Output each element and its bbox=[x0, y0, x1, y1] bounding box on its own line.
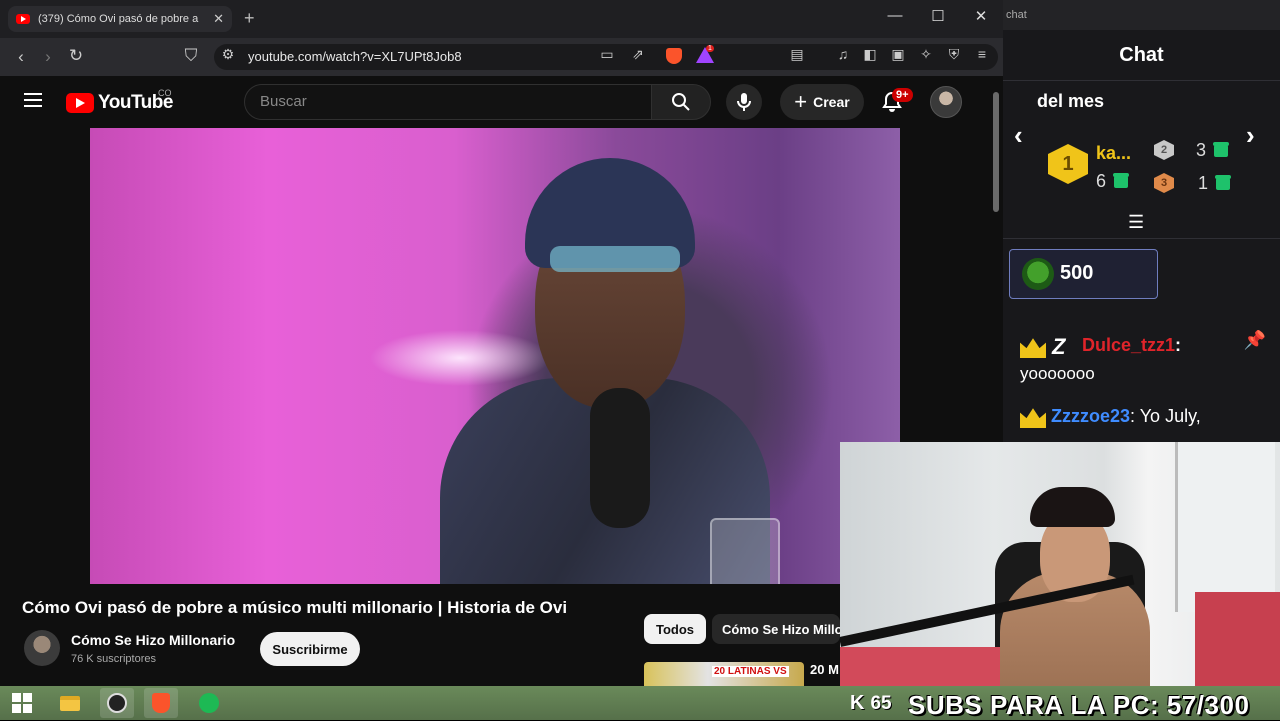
gift-icon bbox=[1213, 141, 1230, 157]
pin-icon[interactable]: 📌 bbox=[1242, 330, 1268, 356]
leaderboard-label: del mes bbox=[1037, 91, 1105, 111]
url-text[interactable]: youtube.com/watch?v=XL7UPt8Job8 bbox=[248, 49, 462, 64]
tab-close-icon[interactable]: ✕ bbox=[213, 11, 224, 27]
obs-icon[interactable] bbox=[100, 688, 134, 718]
brave-icon[interactable] bbox=[144, 688, 178, 718]
channel-subscriber-count: 76 K suscriptores bbox=[71, 653, 156, 665]
divider bbox=[1003, 238, 1280, 239]
rank-3-count-value: 1 bbox=[1198, 173, 1209, 193]
maximize-button[interactable]: ☐ bbox=[928, 7, 948, 25]
rank-2-count-value: 3 bbox=[1196, 140, 1207, 160]
brave-shields-icon[interactable] bbox=[666, 48, 682, 64]
mic-icon bbox=[737, 93, 751, 111]
leaderboard-prev-icon[interactable]: ‹ bbox=[1014, 120, 1023, 151]
z-badge-icon: Z bbox=[1052, 334, 1066, 359]
wallet-icon[interactable]: ▣ bbox=[888, 46, 908, 63]
leaderboard-next-icon[interactable]: › bbox=[1246, 120, 1255, 151]
chat-username[interactable]: Dulce_tzz1: bbox=[1082, 335, 1181, 356]
rank-3-count: 1 bbox=[1198, 173, 1232, 194]
chip-channel[interactable]: Cómo Se Hizo Millonario bbox=[712, 614, 840, 644]
voice-search-button[interactable] bbox=[726, 84, 762, 120]
bookmark-icon[interactable]: ⛉ bbox=[181, 46, 201, 66]
recommended-video-title[interactable]: 20 M bbox=[810, 662, 839, 677]
sidebar-icon[interactable]: ◧ bbox=[860, 46, 880, 63]
rank-2-count: 3 bbox=[1196, 140, 1230, 161]
chat-window-label: chat bbox=[1006, 9, 1027, 21]
new-tab-button[interactable]: + bbox=[244, 8, 255, 29]
create-label: Crear bbox=[813, 94, 850, 110]
viewer-count: K 65 bbox=[850, 692, 892, 715]
forward-icon[interactable]: › bbox=[38, 47, 58, 67]
tab-title: (379) Cómo Ovi pasó de pobre a bbox=[38, 13, 199, 25]
notifications-badge: 9+ bbox=[892, 88, 913, 102]
rank-1-name[interactable]: ka... bbox=[1096, 143, 1131, 164]
gift-icon bbox=[1215, 174, 1232, 190]
site-info-icon[interactable]: ⚙ bbox=[218, 46, 238, 63]
gift-icon bbox=[1113, 172, 1130, 188]
subscribe-button[interactable]: Suscribirme bbox=[260, 632, 360, 666]
share-icon[interactable]: ⇗ bbox=[628, 46, 648, 63]
rank-1-count: 6 bbox=[1096, 171, 1130, 192]
reload-icon[interactable]: ↻ bbox=[66, 46, 86, 66]
close-window-button[interactable]: ✕ bbox=[971, 7, 991, 25]
vpn-icon[interactable]: ⛨ bbox=[944, 46, 964, 63]
scrollbar[interactable] bbox=[991, 80, 1001, 220]
search-placeholder: Buscar bbox=[260, 93, 307, 110]
youtube-logo[interactable]: YouTube bbox=[66, 92, 173, 114]
chat-message-text: : Yo July, bbox=[1130, 406, 1201, 426]
create-button[interactable]: + Crear bbox=[780, 84, 864, 120]
subs-goal-overlay: SUBS PARA LA PC: 57/300 bbox=[908, 690, 1250, 720]
menu-icon[interactable] bbox=[24, 93, 42, 111]
search-button[interactable] bbox=[651, 84, 711, 120]
browser-menu-icon[interactable]: ≡ bbox=[972, 46, 992, 62]
channel-avatar[interactable] bbox=[24, 630, 60, 666]
spotify-icon[interactable] bbox=[192, 688, 226, 718]
kick-icon: K bbox=[850, 692, 865, 714]
cast-icon[interactable]: ▭ bbox=[597, 46, 617, 63]
chat-username-text: Dulce_tzz1 bbox=[1082, 335, 1176, 355]
browser-tab[interactable]: (379) Cómo Ovi pasó de pobre a ✕ bbox=[8, 6, 232, 32]
webcam-overlay bbox=[840, 442, 1280, 692]
thumbnail-text: 20 LATINAS VS bbox=[712, 666, 789, 677]
leo-ai-icon[interactable]: ✧ bbox=[916, 46, 936, 63]
avatar[interactable] bbox=[930, 86, 962, 118]
video-frame-person bbox=[440, 158, 780, 584]
rewards-badge: 1 bbox=[706, 45, 714, 52]
points-value: 500 bbox=[1060, 262, 1094, 284]
search-icon bbox=[672, 93, 690, 111]
viewer-count-value: 65 bbox=[870, 692, 892, 714]
music-icon[interactable]: ♫ bbox=[833, 46, 853, 62]
chat-title: Chat bbox=[1119, 44, 1164, 66]
file-explorer-icon[interactable] bbox=[53, 688, 87, 718]
windows-start-icon[interactable] bbox=[12, 693, 32, 713]
collapse-icon[interactable]: ☰ bbox=[1128, 212, 1144, 233]
video-title: Cómo Ovi pasó de pobre a músico multi mi… bbox=[22, 598, 568, 617]
country-code: CO bbox=[158, 88, 172, 98]
chat-username[interactable]: Zzzzoe23 bbox=[1051, 406, 1130, 426]
youtube-play-icon bbox=[66, 93, 94, 113]
chat-window-bar bbox=[1003, 0, 1280, 30]
chip-all[interactable]: Todos bbox=[644, 614, 707, 644]
youtube-favicon-icon bbox=[16, 14, 30, 24]
chat-message: Zzzzoe23: Yo July, bbox=[1051, 406, 1201, 427]
channel-name[interactable]: Cómo Se Hizo Millonario bbox=[71, 632, 235, 648]
back-icon[interactable]: ‹ bbox=[11, 47, 31, 67]
video-player[interactable] bbox=[90, 128, 900, 584]
rank-1-count-value: 6 bbox=[1096, 171, 1107, 191]
plus-icon: + bbox=[794, 89, 808, 114]
divider bbox=[1003, 80, 1280, 81]
points-avatar bbox=[1022, 258, 1054, 290]
minimize-button[interactable]: — bbox=[885, 7, 905, 24]
reader-mode-icon[interactable]: ▤ bbox=[787, 46, 807, 63]
chat-message-text: yooooooo bbox=[1020, 364, 1095, 383]
